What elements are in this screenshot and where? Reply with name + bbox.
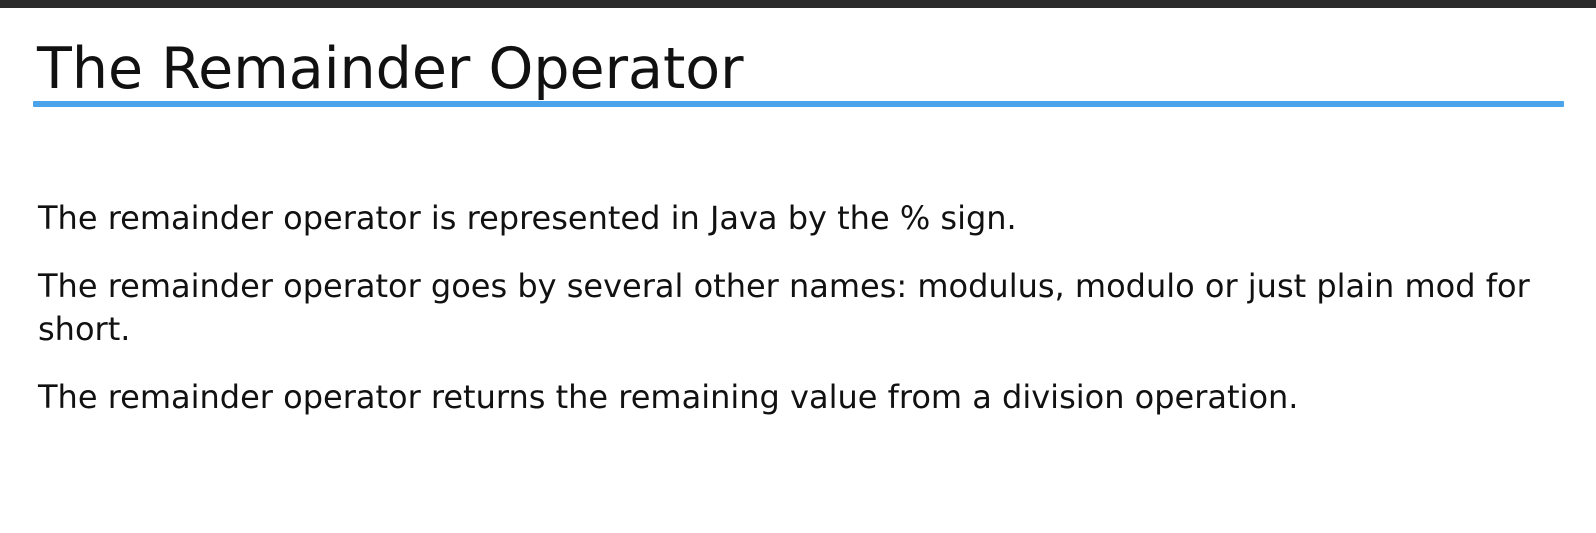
body-paragraph-2: The remainder operator goes by several o… — [38, 267, 1530, 348]
slide: The Remainder Operator The remainder ope… — [0, 8, 1596, 533]
body-paragraph-1: The remainder operator is represented in… — [38, 199, 1017, 237]
title-underline-rule — [33, 101, 1564, 107]
body-paragraph-3: The remainder operator returns the remai… — [38, 378, 1299, 416]
slide-body: The remainder operator is represented in… — [38, 197, 1543, 444]
slide-title: The Remainder Operator — [37, 36, 744, 102]
window-top-bar — [0, 0, 1596, 8]
